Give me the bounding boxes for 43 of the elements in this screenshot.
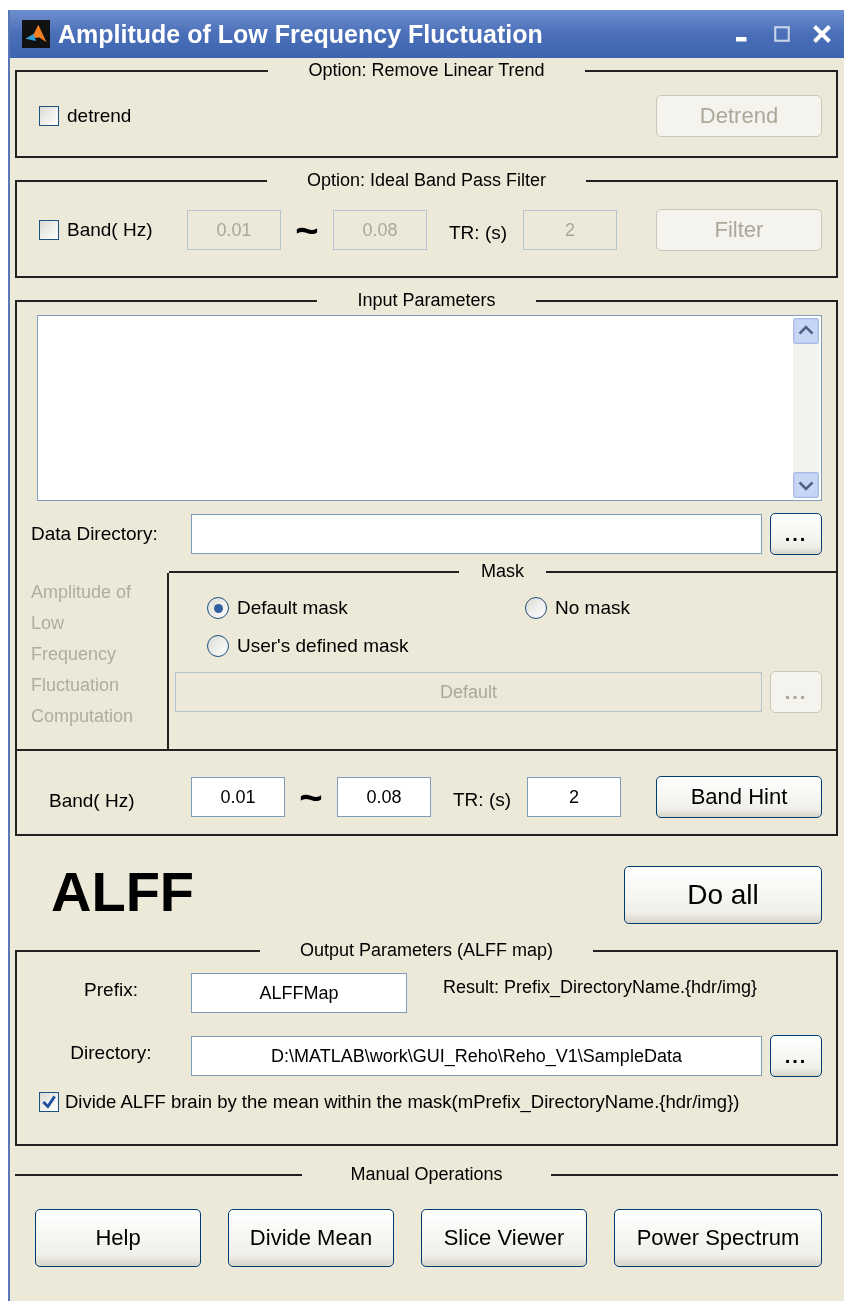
directory-label: Directory: xyxy=(69,1042,153,1064)
radio-option[interactable]: Default mask xyxy=(207,597,525,619)
input-field[interactable]: 0.01 xyxy=(191,777,285,817)
heading: ALFF xyxy=(51,858,195,924)
checkbox-label: detrend xyxy=(67,105,132,127)
browse-button[interactable]: ... xyxy=(770,1035,822,1077)
window-title: Amplitude of Low Frequency Fluctuation xyxy=(58,19,543,49)
panel-title: Input Parameters xyxy=(356,290,497,311)
panel-title: Output Parameters (ALFF map) xyxy=(298,940,555,961)
do-all-button[interactable]: Do all xyxy=(624,866,822,924)
side-caption: Amplitude of Low Frequency Fluctuation Computation xyxy=(30,581,135,728)
input-field[interactable]: 0.08 xyxy=(337,777,431,817)
radio-option[interactable]: User's defined mask xyxy=(207,635,525,657)
band-hint-button[interactable]: Band Hint xyxy=(656,776,822,818)
data-directory-label: Data Directory: xyxy=(31,523,159,545)
operation-button[interactable]: Divide Mean xyxy=(228,1209,394,1267)
tr-label: TR: (s) xyxy=(449,222,508,244)
app-logo-icon xyxy=(22,20,50,48)
directory-field[interactable]: D:\MATLAB\work\GUI_Reho\Reho_V1\SampleData xyxy=(191,1036,762,1076)
operation-button[interactable]: Power Spectrum xyxy=(614,1209,822,1267)
checkbox-label: Band( Hz) xyxy=(67,219,154,241)
prefix-field[interactable]: ALFFMap xyxy=(191,973,407,1013)
prefix-label: Prefix: xyxy=(83,979,139,1001)
panel-title: Option: Remove Linear Trend xyxy=(307,60,546,81)
tr-label: TR: (s) xyxy=(453,789,512,811)
tilde-symbol: ~ xyxy=(294,210,320,250)
operation-button[interactable]: Slice Viewer xyxy=(421,1209,587,1267)
scroll-up-icon[interactable] xyxy=(793,318,819,344)
scroll-down-icon[interactable] xyxy=(793,472,819,498)
panel-title: Option: Ideal Band Pass Filter xyxy=(305,170,548,191)
section-title: Manual Operations xyxy=(349,1164,504,1185)
operation-button[interactable]: Help xyxy=(35,1209,201,1267)
checkbox[interactable] xyxy=(39,220,59,240)
checkbox[interactable] xyxy=(39,1092,59,1112)
tilde-symbol: ~ xyxy=(298,777,324,817)
checkbox-label: Divide ALFF brain by the mean within the mask(mPrefix_DirectoryName.{hdr/img}) xyxy=(65,1091,740,1113)
browse-button[interactable]: ... xyxy=(770,513,822,555)
input-field[interactable] xyxy=(191,514,762,554)
band-label: Band( Hz) xyxy=(49,790,136,812)
input-field[interactable]: 2 xyxy=(527,777,622,817)
checkbox[interactable] xyxy=(39,106,59,126)
result-note: Result: Prefix_DirectoryName.{hdr/img} xyxy=(443,976,758,998)
radio-option[interactable]: No mask xyxy=(525,597,822,619)
